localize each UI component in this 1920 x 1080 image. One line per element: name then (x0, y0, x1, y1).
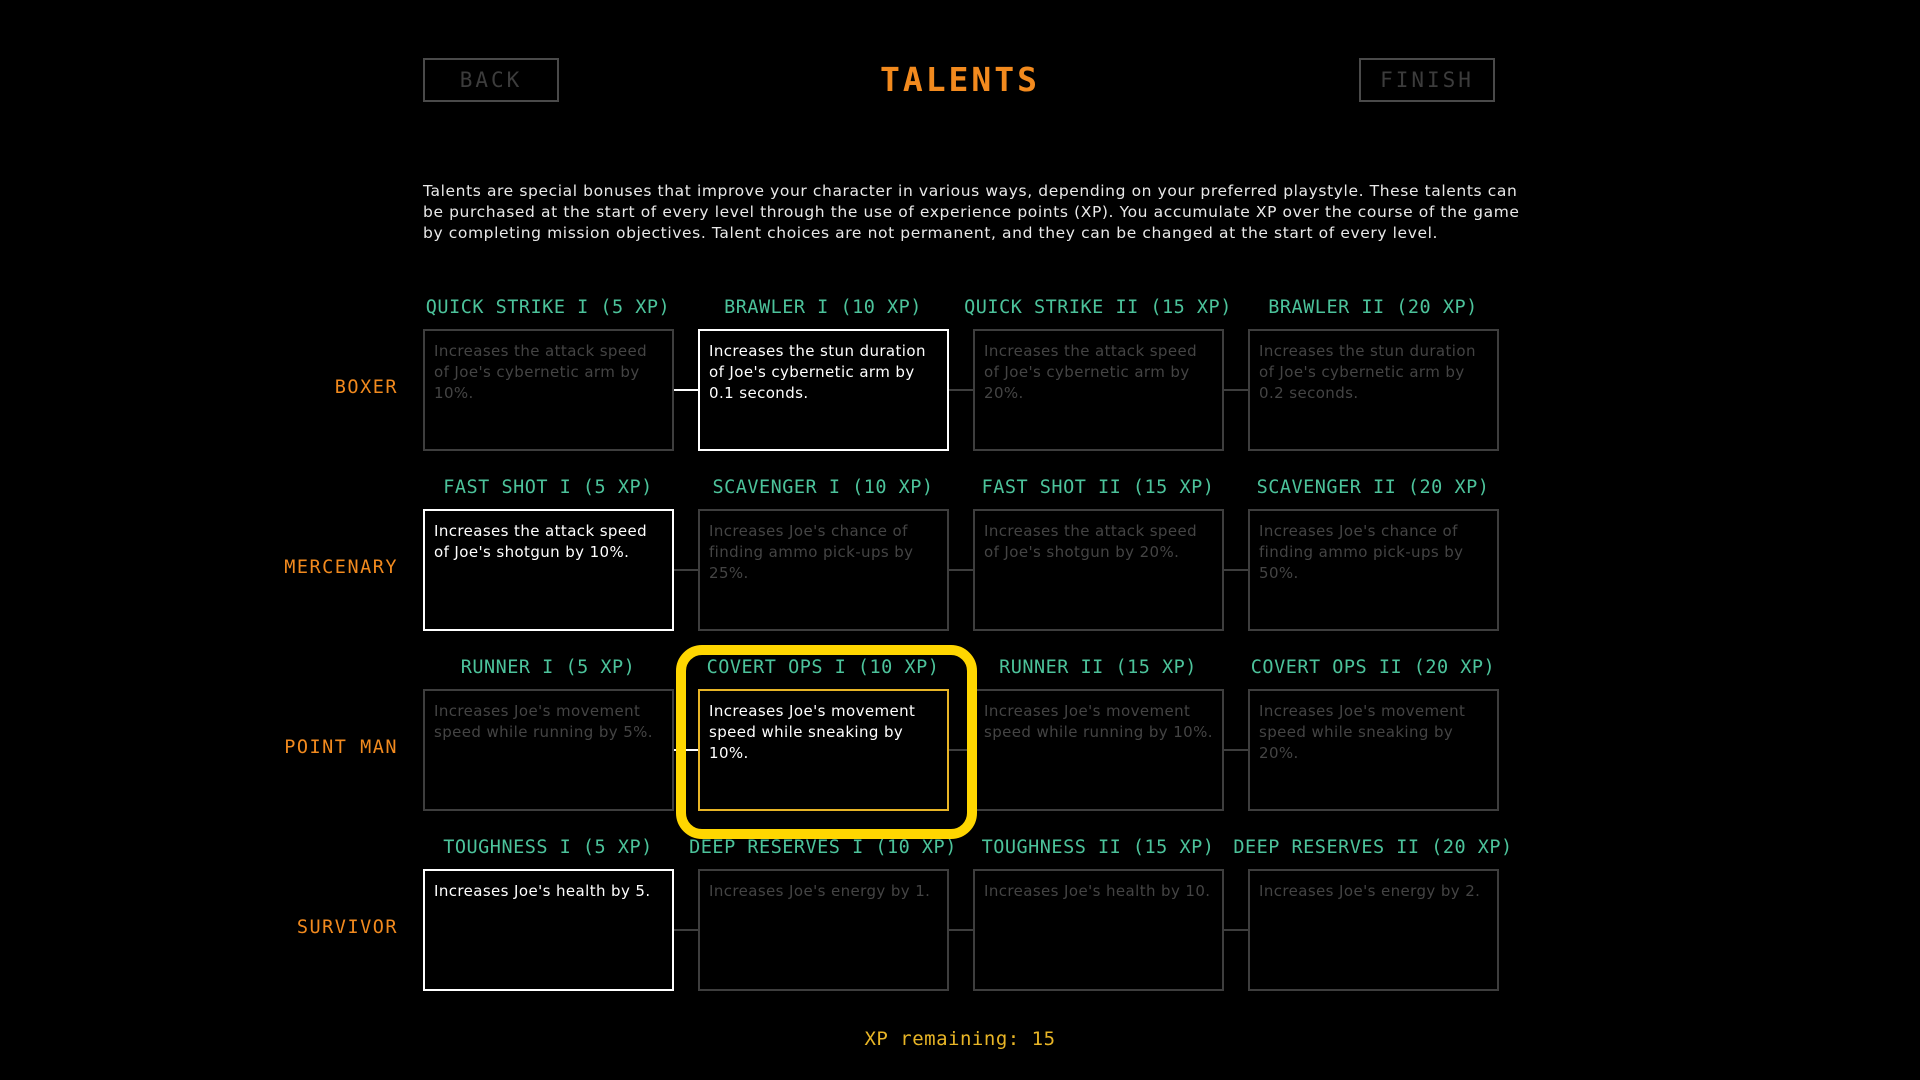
talent-name: BRAWLER I (10 XP) (724, 297, 922, 318)
talent-card[interactable]: Increases the stun duration of Joe's cyb… (1248, 329, 1499, 451)
talent-connector (1224, 749, 1248, 751)
talent-connector (1224, 929, 1248, 931)
talents-description: Talents are special bonuses that improve… (423, 182, 1520, 242)
talent-connector (674, 569, 698, 571)
talent-name: DEEP RESERVES II (20 XP) (1233, 837, 1513, 858)
xp-remaining: XP remaining: 15 (864, 1028, 1056, 1050)
talent-name: FAST SHOT II (15 XP) (981, 477, 1215, 498)
talent-name: RUNNER I (5 XP) (460, 657, 636, 678)
talent-name: BRAWLER II (20 XP) (1268, 297, 1478, 318)
talent-card[interactable]: Increases Joe's movement speed while run… (423, 689, 674, 811)
talent-connector (1224, 389, 1248, 391)
talent-connector (949, 389, 973, 391)
talent-card[interactable]: Increases Joe's chance of finding ammo p… (1248, 509, 1499, 631)
talent-name: DEEP RESERVES I (10 XP) (689, 837, 957, 858)
talent-card[interactable]: Increases Joe's health by 5. (423, 869, 674, 991)
talent-name: FAST SHOT I (5 XP) (443, 477, 653, 498)
talent-name: RUNNER II (15 XP) (999, 657, 1197, 678)
talent-connector (949, 929, 973, 931)
talent-row-label: MERCENARY (284, 557, 398, 578)
talent-name: QUICK STRIKE II (15 XP) (964, 297, 1232, 318)
talent-connector (674, 389, 698, 391)
talent-name: SCAVENGER I (10 XP) (712, 477, 934, 498)
talent-card[interactable]: Increases the attack speed of Joe's shot… (423, 509, 674, 631)
back-button[interactable]: BACK (423, 58, 559, 102)
talent-connector (674, 929, 698, 931)
talent-connector (949, 749, 973, 751)
talent-name: COVERT OPS II (20 XP) (1250, 657, 1496, 678)
talent-card[interactable]: Increases Joe's movement speed while run… (973, 689, 1224, 811)
talent-card[interactable]: Increases the stun duration of Joe's cyb… (698, 329, 949, 451)
finish-button[interactable]: FINISH (1359, 58, 1495, 102)
talent-name: TOUGHNESS I (5 XP) (443, 837, 653, 858)
talent-name: SCAVENGER II (20 XP) (1256, 477, 1490, 498)
talent-connector (1224, 569, 1248, 571)
talent-card[interactable]: Increases Joe's energy by 2. (1248, 869, 1499, 991)
talent-name: COVERT OPS I (10 XP) (706, 657, 940, 678)
talent-card[interactable]: Increases the attack speed of Joe's cybe… (423, 329, 674, 451)
talent-connector (674, 749, 698, 751)
talent-connector (949, 569, 973, 571)
talent-name: QUICK STRIKE I (5 XP) (425, 297, 671, 318)
talent-row-label: SURVIVOR (296, 917, 398, 938)
talent-card[interactable]: Increases the attack speed of Joe's shot… (973, 509, 1224, 631)
talent-card[interactable]: Increases the attack speed of Joe's cybe… (973, 329, 1224, 451)
talent-card[interactable]: Increases Joe's health by 10. (973, 869, 1224, 991)
talent-name: TOUGHNESS II (15 XP) (981, 837, 1215, 858)
talent-card[interactable]: Increases Joe's chance of finding ammo p… (698, 509, 949, 631)
page-title: TALENTS (879, 60, 1041, 99)
talent-card[interactable]: Increases Joe's energy by 1. (698, 869, 949, 991)
talent-row-label: POINT MAN (284, 737, 398, 758)
talent-row-label: BOXER (334, 377, 398, 398)
talent-card[interactable]: Increases Joe's movement speed while sne… (1248, 689, 1499, 811)
talent-card[interactable]: Increases Joe's movement speed while sne… (698, 689, 949, 811)
